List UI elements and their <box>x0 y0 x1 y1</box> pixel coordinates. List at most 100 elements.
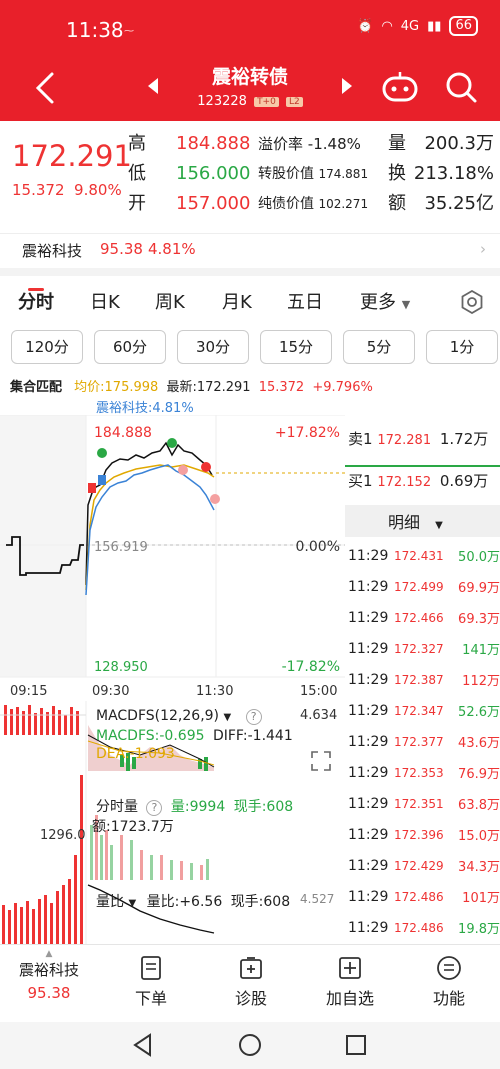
active-tab-indicator <box>28 288 44 291</box>
trade-time: 11:29 <box>348 733 389 750</box>
high-label: 高 <box>128 133 146 154</box>
expand-icon[interactable] <box>308 748 334 774</box>
nav-back-icon[interactable] <box>130 1032 156 1058</box>
search-icon[interactable] <box>444 70 478 104</box>
android-nav-bar <box>0 1022 500 1069</box>
trade-volume: 141万 <box>462 643 500 658</box>
dropdown-triangle-icon: ▼ <box>223 712 232 723</box>
volume-title-row[interactable]: 分时量 ? 量:9994 现手:608 <box>96 796 293 816</box>
period-1min[interactable]: 1分 <box>426 330 498 364</box>
trade-time: 11:29 <box>348 764 389 781</box>
legend-latest: 最新:172.291 <box>166 380 251 395</box>
bottom-stock-name: 震裕科技 <box>18 961 79 979</box>
trade-volume: 69.3万 <box>458 612 500 627</box>
settings-icon[interactable] <box>460 290 484 314</box>
bottom-related-stock[interactable]: ▲ 震裕科技 95.38 <box>14 949 84 1002</box>
next-stock-arrow-icon[interactable] <box>342 78 352 94</box>
trade-price: 172.377 <box>394 734 444 749</box>
trade-list: 11:29 172.431 50.0万 11:29 172.499 69.9万 11:29 1… <box>348 540 500 943</box>
add-watchlist-button[interactable]: 加自选 <box>318 955 382 1009</box>
book-divider <box>345 465 500 467</box>
tab-more-label: 更多 <box>360 292 396 313</box>
price-change: 15.372 9.80% <box>12 181 122 199</box>
trade-row: 11:29 172.387 112万 <box>348 664 500 695</box>
macd-title-row[interactable]: MACDFS(12,26,9) ▼ ? <box>96 708 262 725</box>
help-icon[interactable]: ? <box>146 800 163 816</box>
battery-icon: 66 <box>449 16 478 36</box>
chart-down-pct: -17.82% <box>282 659 340 675</box>
period-60min[interactable]: 60分 <box>94 330 166 364</box>
detail-label: 明细 <box>388 513 421 532</box>
legend-avg: 均价:175.998 <box>74 380 159 395</box>
macd-values-row: MACDFS:-0.695 DIFF:-1.441 <box>96 728 293 744</box>
low-label: 低 <box>128 163 146 184</box>
trade-price: 172.466 <box>394 610 444 625</box>
legend-chg: 15.372 <box>258 380 305 395</box>
time-1130: 11:30 <box>196 684 233 699</box>
related-stock-row[interactable]: 震裕科技 95.38 4.81% › <box>0 233 500 265</box>
period-5min[interactable]: 5分 <box>343 330 415 364</box>
wifi-icon: ◠ <box>381 18 393 34</box>
premium-row: 溢价率 -1.48% <box>258 129 368 159</box>
alarm-icon: ⏰ <box>357 18 374 34</box>
diagnose-button[interactable]: 诊股 <box>226 955 276 1009</box>
bond-value: 102.271 <box>318 197 369 211</box>
back-arrow-icon[interactable] <box>30 70 60 106</box>
dropdown-triangle-icon: ▼ <box>401 298 411 311</box>
ratio-title-row[interactable]: 量比 ▼ 量比:+6.56 现手:608 <box>96 891 290 911</box>
order-icon <box>141 956 161 980</box>
tab-more[interactable]: 更多 ▼ <box>360 288 410 314</box>
trade-volume: 112万 <box>462 674 500 689</box>
help-icon[interactable]: ? <box>245 709 262 725</box>
change-value: 15.372 <box>12 181 65 199</box>
trade-price: 172.353 <box>394 765 444 780</box>
volume-amount: 额:1723.7万 <box>92 819 174 835</box>
order-button[interactable]: 下单 <box>126 955 176 1009</box>
tab-daily-k[interactable]: 日K <box>90 288 120 314</box>
period-30min[interactable]: 30分 <box>177 330 249 364</box>
robot-icon[interactable] <box>380 70 420 106</box>
tag-t0: T+0 <box>254 97 279 107</box>
status-icons: ⏰ ◠ 4G ▮▮ 66 <box>357 16 478 36</box>
hlo-values: 184.888 156.000 157.000 <box>176 129 250 219</box>
menu-icon <box>437 956 461 980</box>
trade-volume: 50.0万 <box>458 550 500 565</box>
related-pct: 4.81% <box>148 240 196 258</box>
tag-l2: L2 <box>285 97 303 107</box>
signal-icon: ▮▮ <box>427 18 442 34</box>
detail-dropdown[interactable]: 明细 ▼ <box>388 509 443 533</box>
nav-recents-icon[interactable] <box>343 1032 369 1058</box>
period-15min[interactable]: 15分 <box>260 330 332 364</box>
chevron-right-icon: › <box>480 240 486 258</box>
chart-mid-label: 156.919 <box>94 540 148 555</box>
conv-label: 转股价值 <box>258 166 314 182</box>
tab-intraday[interactable]: 分时 <box>18 288 54 314</box>
trade-price: 172.486 <box>394 920 444 935</box>
trade-time: 11:29 <box>348 857 389 874</box>
period-120min[interactable]: 120分 <box>11 330 83 364</box>
add-label: 加自选 <box>325 989 374 1008</box>
intraday-chart[interactable]: 184.888 156.919 128.950 +17.82% 0.00% -1… <box>0 415 345 945</box>
dropdown-triangle-icon: ▼ <box>128 898 137 909</box>
legend-pct: +9.796% <box>312 380 373 395</box>
vol-label: 量 <box>388 133 406 154</box>
trade-row: 11:29 172.351 63.8万 <box>348 788 500 819</box>
ask1-label: 卖1 <box>348 430 373 448</box>
tab-weekly-k[interactable]: 周K <box>155 288 185 314</box>
chart-legend: 集合匹配 均价:175.998 最新:172.291 15.372 +9.796… <box>10 376 373 395</box>
macd-title: MACDFS(12,26,9) <box>96 708 220 724</box>
status-bar: 11:38 ⁓ ⏰ ◠ 4G ▮▮ 66 <box>0 0 500 60</box>
function-button[interactable]: 功能 <box>424 955 474 1009</box>
chart-up-pct: +17.82% <box>275 425 340 441</box>
nav-home-icon[interactable] <box>237 1032 263 1058</box>
chart-zero-pct: 0.00% <box>296 539 340 555</box>
trade-time: 11:29 <box>348 640 389 657</box>
hlo-labels: 高 低 开 <box>128 129 146 219</box>
trade-time: 11:29 <box>348 702 389 719</box>
tab-monthly-k[interactable]: 月K <box>222 288 252 314</box>
bid1-row: 买1 172.152 0.69万 <box>348 470 488 491</box>
trade-price: 172.431 <box>394 548 444 563</box>
tab-five-day[interactable]: 五日 <box>287 288 323 314</box>
trade-price: 172.387 <box>394 672 444 687</box>
time-0915: 09:15 <box>10 684 47 699</box>
